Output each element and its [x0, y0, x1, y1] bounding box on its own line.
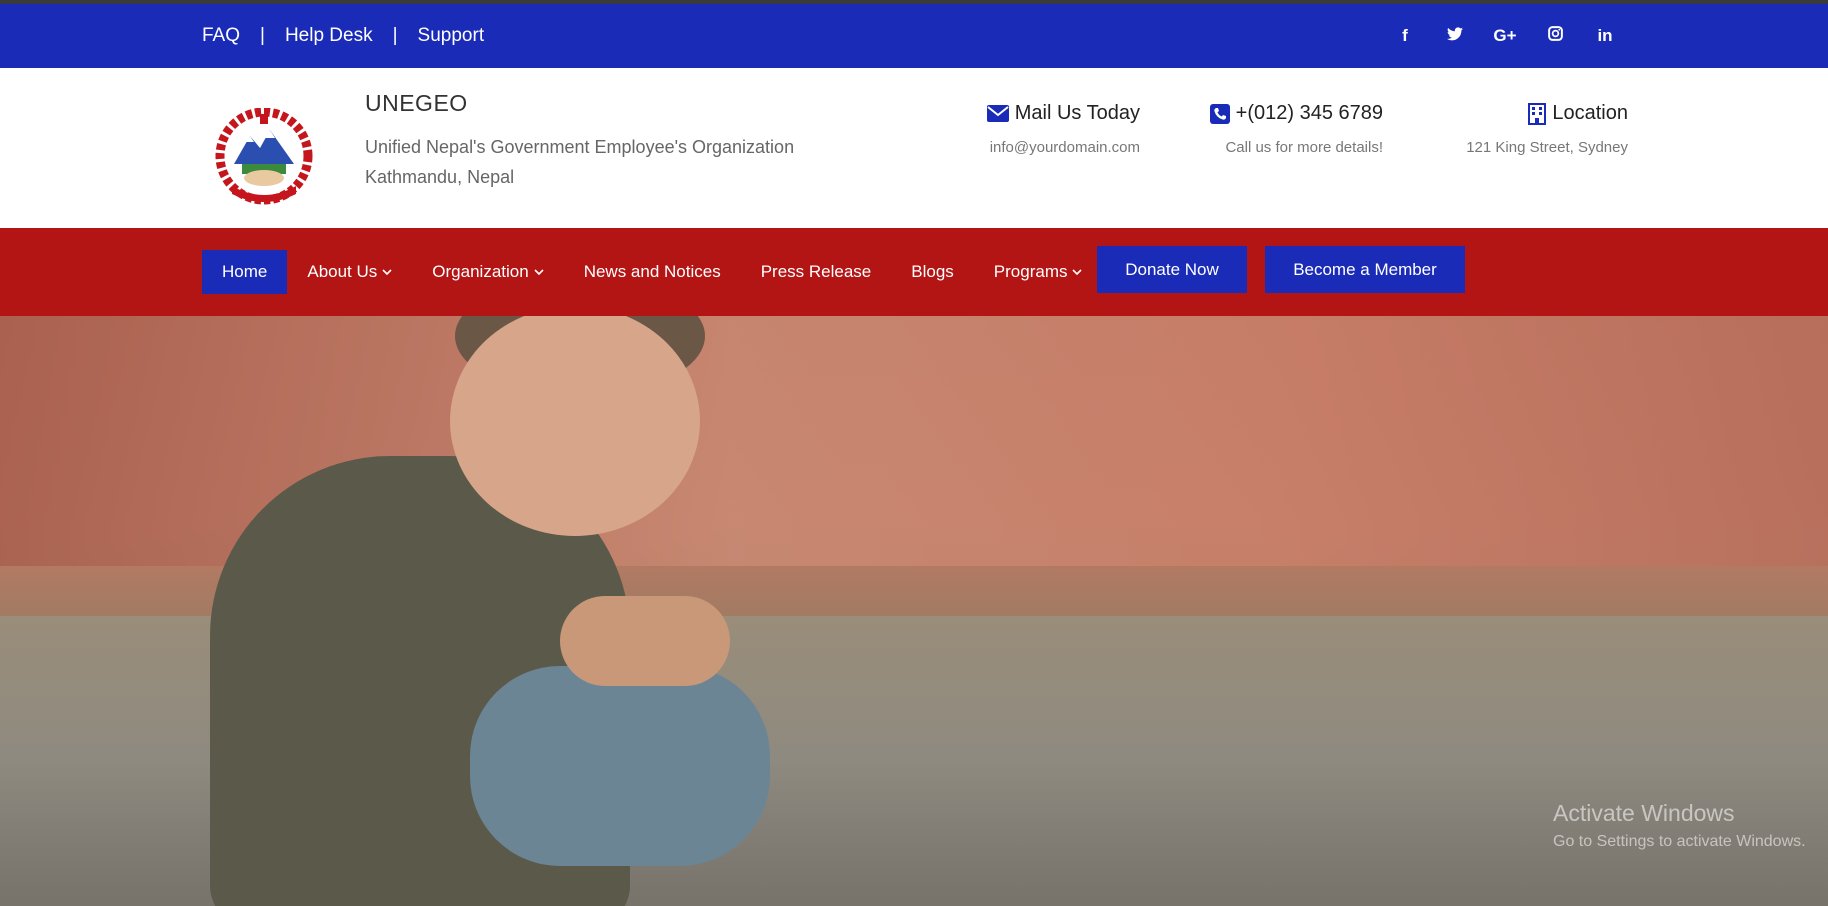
separator: | [260, 25, 265, 46]
nepal-emblem-logo[interactable] [202, 108, 326, 208]
nav-about-us[interactable]: About Us [287, 250, 412, 294]
nav-news-and-notices[interactable]: News and Notices [564, 250, 741, 294]
twitter-icon[interactable] [1430, 26, 1480, 46]
google-plus-icon[interactable]: G+ [1480, 26, 1530, 46]
mail-title: Mail Us Today [1014, 102, 1140, 124]
donate-now-button[interactable]: Donate Now [1097, 246, 1247, 293]
help-desk-link[interactable]: Help Desk [285, 25, 373, 47]
activate-windows-watermark: Activate Windows Go to Settings to activ… [1553, 800, 1806, 851]
main-navigation: Home About Us Organization News and Noti… [0, 228, 1828, 316]
nav-organization-label: Organization [432, 262, 529, 281]
chevron-down-icon [1072, 267, 1083, 279]
separator: | [392, 25, 398, 46]
become-member-button[interactable]: Become a Member [1265, 246, 1465, 293]
nav-programs-label: Programs [993, 262, 1068, 281]
chevron-down-icon [534, 267, 544, 279]
social-links: f G+ in [1380, 4, 1630, 68]
nav-about-us-label: About Us [307, 262, 378, 281]
building-icon [1528, 102, 1547, 125]
envelope-icon [986, 105, 1009, 122]
facebook-icon[interactable]: f [1380, 26, 1430, 46]
watermark-title: Activate Windows [1553, 800, 1735, 826]
phone-info: +(012) 345 6789 Call us for more details… [1180, 102, 1383, 156]
phone-note: Call us for more details! [1225, 139, 1383, 156]
chevron-down-icon [382, 267, 392, 279]
linkedin-icon[interactable]: in [1580, 26, 1630, 46]
site-header: UNEGEO Unified Nepal's Government Employ… [0, 68, 1828, 228]
hero-child-knees [470, 666, 770, 866]
nav-press-release[interactable]: Press Release [741, 250, 892, 294]
mail-address[interactable]: info@yourdomain.com [940, 139, 1140, 156]
nav-blogs-label: Blogs [911, 262, 954, 281]
phone-number[interactable]: +(012) 345 6789 [1236, 102, 1383, 125]
support-link[interactable]: Support [418, 25, 485, 47]
nav-home-label: Home [222, 262, 268, 281]
top-bar: FAQ | Help Desk | Support f G+ in [0, 4, 1828, 68]
nav-organization[interactable]: Organization [412, 250, 563, 294]
location-info: Location 121 King Street, Sydney [1430, 102, 1628, 156]
phone-icon [1209, 103, 1230, 124]
hero-child-face [450, 316, 700, 536]
nav-home[interactable]: Home [202, 250, 288, 294]
site-title: UNEGEO [365, 90, 468, 116]
watermark-subtitle: Go to Settings to activate Windows. [1553, 833, 1806, 850]
nav-press-label: Press Release [760, 262, 872, 281]
nav-programs[interactable]: Programs [974, 250, 1103, 294]
subtitle-line-2: Kathmandu, Nepal [365, 167, 515, 187]
top-links: FAQ | Help Desk | Support [202, 4, 484, 68]
site-subtitle: Unified Nepal's Government Employee's Or… [365, 132, 794, 192]
hero-child-hand [560, 596, 730, 686]
location-address: 121 King Street, Sydney [1466, 139, 1628, 156]
mail-info: Mail Us Today info@yourdomain.com [940, 102, 1140, 156]
subtitle-line-1: Unified Nepal's Government Employee's Or… [365, 137, 795, 157]
nav-blogs[interactable]: Blogs [891, 250, 974, 294]
instagram-icon[interactable] [1530, 26, 1580, 46]
location-title: Location [1552, 102, 1628, 124]
nav-news-label: News and Notices [583, 262, 721, 281]
faq-link[interactable]: FAQ [202, 25, 240, 47]
